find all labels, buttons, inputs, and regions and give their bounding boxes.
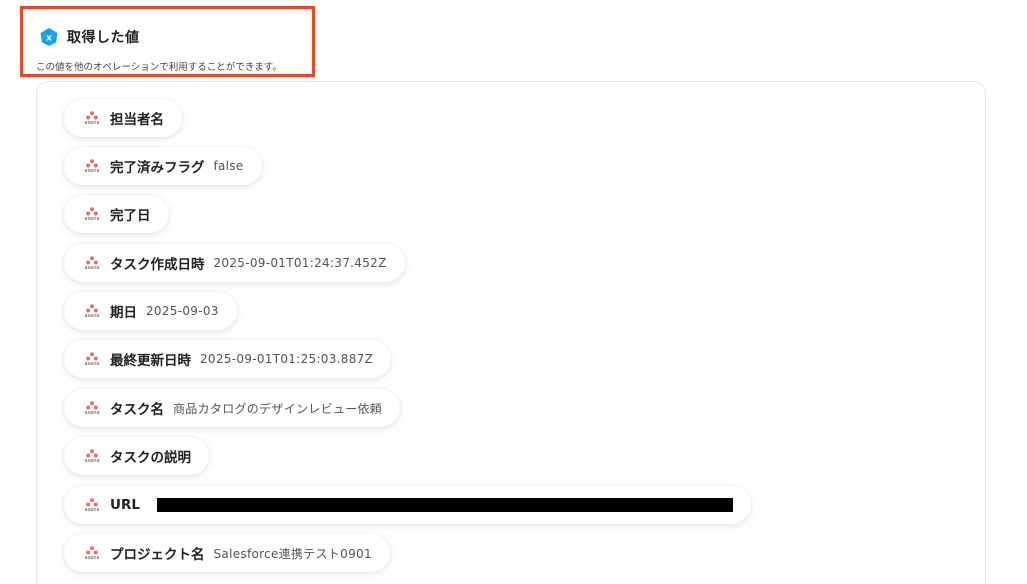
asana-logo-icon: asana [82,349,102,369]
field-label: 完了済みフラグ [110,160,205,176]
field-value: false [213,159,244,173]
field-pill-project-name[interactable]: asana プロジェクト名 Salesforce連携テスト0901 [64,534,390,572]
field-pill-last-modified-at[interactable]: asana 最終更新日時 2025-09-01T01:25:03.887Z [64,340,392,378]
asana-logo-icon: asana [82,156,102,176]
field-label: プロジェクト名 [110,547,205,563]
redacted-url-value [156,498,733,512]
asana-logo-icon: asana [82,204,102,224]
asana-logo-icon: asana [82,301,102,321]
field-pill-task-created-at[interactable]: asana タスク作成日時 2025-09-01T01:24:37.452Z [64,244,405,282]
field-value: Salesforce連携テスト0901 [213,546,372,561]
field-label: タスク作成日時 [110,257,205,273]
field-pill-task-description[interactable]: asana タスクの説明 [64,437,209,475]
field-value: 商品カタログのデザインレビュー依頼 [173,401,383,416]
field-pill-due-date[interactable]: asana 期日 2025-09-03 [64,292,237,330]
asana-logo-icon: asana [82,446,102,466]
field-label: タスク名 [110,402,164,418]
field-label: URL [110,497,140,513]
variable-hexagon-icon: x [39,27,59,47]
page-root: x 取得した値 この値を他のオペレーションで利用することができます。 asana… [0,0,1027,584]
field-value: 2025-09-01T01:25:03.887Z [200,352,374,366]
output-header-highlight: x 取得した値 この値を他のオペレーションで利用することができます。 [20,6,315,77]
field-pill-assignee[interactable]: asana 担当者名 [64,99,182,137]
svg-text:x: x [46,34,52,44]
header-title-row: x 取得した値 [39,27,140,47]
field-pill-url[interactable]: asana URL [64,486,751,524]
asana-logo-icon: asana [82,495,102,515]
field-pill-completed-flag[interactable]: asana 完了済みフラグ false [64,147,262,185]
field-label: 完了日 [110,208,151,224]
asana-logo-icon: asana [82,398,102,418]
field-label: タスクの説明 [110,450,191,466]
field-pill-completed-date[interactable]: asana 完了日 [64,195,169,233]
field-pill-task-name[interactable]: asana タスク名 商品カタログのデザインレビュー依頼 [64,389,401,427]
asana-logo-icon: asana [82,108,102,128]
field-value: 2025-09-03 [146,304,219,318]
field-label: 最終更新日時 [110,353,191,369]
asana-logo-icon: asana [82,253,102,273]
field-value: 2025-09-01T01:24:37.452Z [213,256,387,270]
field-label: 期日 [110,305,137,321]
field-label: 担当者名 [110,112,164,128]
header-description: この値を他のオペレーションで利用することができます。 [36,62,282,73]
header-title: 取得した値 [67,30,140,46]
asana-logo-icon: asana [82,543,102,563]
